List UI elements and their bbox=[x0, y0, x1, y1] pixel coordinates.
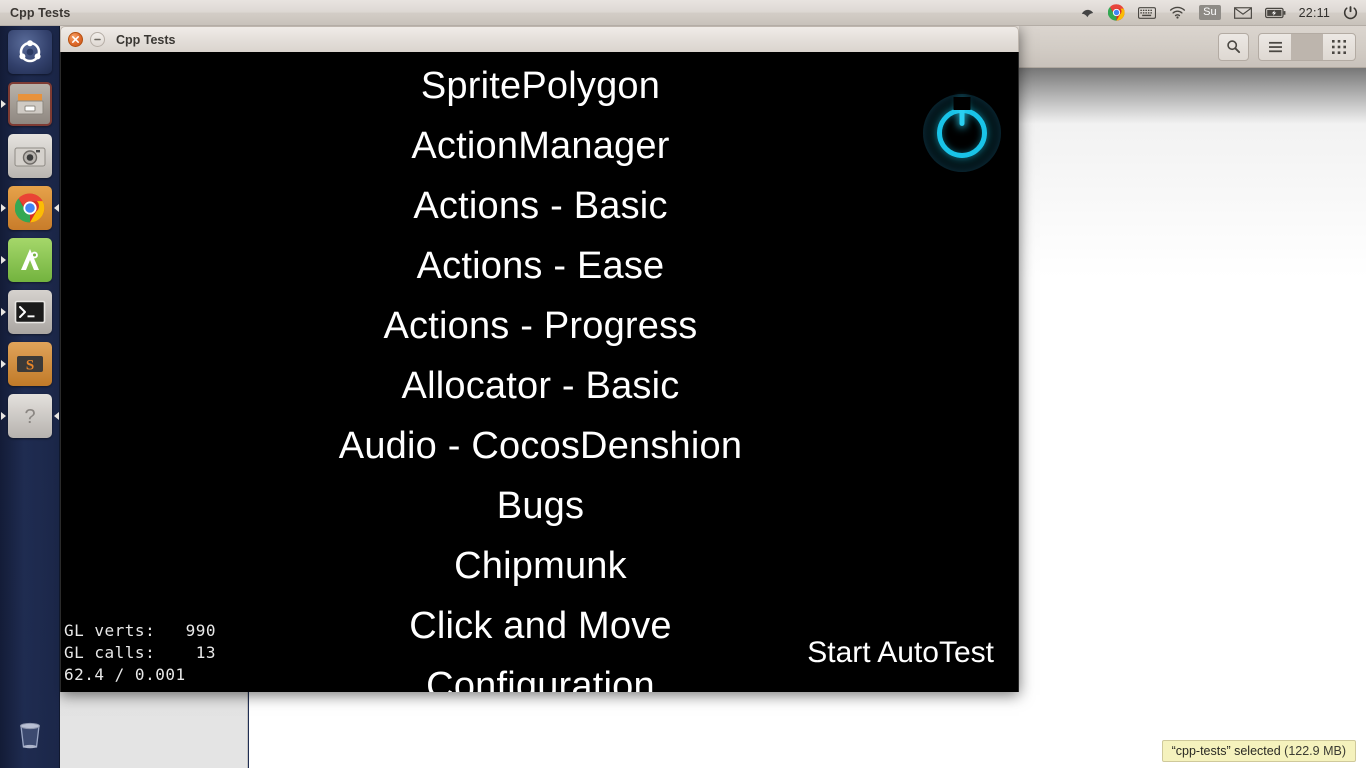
running-indicator-left-icon bbox=[1, 256, 6, 264]
launcher-item-terminal[interactable] bbox=[0, 286, 60, 338]
launcher-item-google-chrome[interactable] bbox=[0, 182, 60, 234]
launcher-item-trash[interactable] bbox=[0, 708, 60, 760]
system-tray[interactable]: Su 22:11 bbox=[1080, 3, 1366, 23]
input-method-label: Su bbox=[1199, 5, 1221, 20]
menu-item[interactable]: Allocator - Basic bbox=[402, 356, 680, 416]
launcher-item-android-studio[interactable] bbox=[0, 234, 60, 286]
battery-icon[interactable] bbox=[1264, 3, 1286, 23]
window-title: Cpp Tests bbox=[116, 32, 176, 47]
svg-text:S: S bbox=[26, 358, 34, 374]
files-nautilus-icon bbox=[8, 82, 52, 126]
view-mode-group[interactable] bbox=[1258, 32, 1356, 61]
fps-line: 62.4 / 0.001 bbox=[64, 665, 186, 684]
android-studio-icon bbox=[8, 238, 52, 282]
menu-item[interactable]: Click and Move bbox=[409, 596, 672, 656]
trash-icon bbox=[8, 712, 52, 756]
running-indicator-left-icon bbox=[1, 204, 6, 212]
search-button[interactable] bbox=[1218, 32, 1249, 61]
unity-top-panel[interactable]: Cpp Tests Su 22:11 bbox=[0, 0, 1366, 26]
running-indicator-right-icon bbox=[54, 204, 59, 212]
power-icon[interactable] bbox=[923, 94, 1001, 172]
gl-verts-line: GL verts: 990 bbox=[64, 620, 216, 642]
svg-text:?: ? bbox=[24, 406, 35, 428]
wifi-icon[interactable] bbox=[1169, 3, 1186, 23]
power-menu-icon[interactable] bbox=[1343, 3, 1358, 23]
menu-item[interactable]: Actions - Progress bbox=[383, 296, 697, 356]
chrome-icon[interactable] bbox=[1108, 3, 1125, 23]
close-icon bbox=[72, 36, 79, 43]
keyboard-indicator-icon[interactable] bbox=[1138, 3, 1157, 23]
power-ring-glyph bbox=[937, 108, 987, 158]
gl-calls-label: GL calls: bbox=[64, 643, 156, 662]
menu-item[interactable]: Audio - CocosDenshion bbox=[339, 416, 742, 476]
status-selection-text: “cpp-tests” selected bbox=[1171, 744, 1281, 758]
cpp-tests-window[interactable]: Cpp Tests SpritePolygon ActionManager Acti… bbox=[60, 26, 1019, 692]
running-indicator-left-icon bbox=[1, 412, 6, 420]
sublime-text-icon: S bbox=[8, 342, 52, 386]
mail-icon[interactable] bbox=[1233, 3, 1252, 23]
menu-item[interactable]: SpritePolygon bbox=[421, 56, 660, 116]
google-chrome-icon bbox=[8, 186, 52, 230]
running-indicator-left-icon bbox=[1, 100, 6, 108]
panel-app-title: Cpp Tests bbox=[10, 5, 71, 20]
status-size-text: (122.9 MB) bbox=[1284, 744, 1346, 758]
list-icon bbox=[1268, 41, 1282, 52]
toolbar-divider bbox=[1291, 33, 1323, 60]
ubuntu-dash-home-icon bbox=[8, 30, 52, 74]
game-canvas[interactable]: SpritePolygon ActionManager Actions - Basi… bbox=[60, 52, 1019, 692]
menu-item[interactable]: ActionManager bbox=[411, 116, 669, 176]
launcher-item-files-nautilus[interactable] bbox=[0, 78, 60, 130]
menu-item[interactable]: Actions - Ease bbox=[417, 236, 665, 296]
start-autotest-button[interactable]: Start AutoTest bbox=[807, 636, 994, 670]
running-indicator-left-icon bbox=[1, 308, 6, 316]
gl-verts-value: 990 bbox=[185, 621, 217, 640]
grid-icon bbox=[1332, 39, 1346, 54]
launcher-item-sublime-text[interactable]: S bbox=[0, 338, 60, 390]
search-icon bbox=[1227, 40, 1241, 54]
gl-calls-value: 13 bbox=[195, 643, 216, 662]
clock[interactable]: 22:11 bbox=[1299, 6, 1330, 20]
terminal-icon bbox=[8, 290, 52, 334]
gl-verts-label: GL verts: bbox=[64, 621, 156, 640]
help-icon: ? bbox=[8, 394, 52, 438]
input-method-su-icon[interactable]: Su bbox=[1199, 3, 1221, 23]
menu-item[interactable]: Bugs bbox=[497, 476, 584, 536]
running-indicator-left-icon bbox=[1, 360, 6, 368]
menu-item[interactable]: Chipmunk bbox=[454, 536, 627, 596]
gl-calls-line: GL calls: 13 bbox=[64, 642, 216, 664]
menu-item[interactable]: Configuration bbox=[426, 656, 655, 692]
window-titlebar[interactable]: Cpp Tests bbox=[60, 26, 1019, 52]
launcher-item-ubuntu-dash-home[interactable] bbox=[0, 26, 60, 78]
list-view-button[interactable] bbox=[1259, 34, 1291, 60]
launcher-item-shotwell-photos[interactable] bbox=[0, 130, 60, 182]
running-indicator-right-icon bbox=[54, 412, 59, 420]
minimize-button[interactable] bbox=[90, 32, 105, 47]
dropbox-icon[interactable] bbox=[1080, 3, 1095, 23]
gl-stats-overlay: GL verts: 990 GL calls: 13 62.4 / 0.001 bbox=[64, 620, 216, 686]
minimize-icon bbox=[94, 38, 101, 41]
shotwell-photos-icon bbox=[8, 134, 52, 178]
launcher-item-help[interactable]: ? bbox=[0, 390, 60, 442]
close-button[interactable] bbox=[68, 32, 83, 47]
status-badge: “cpp-tests” selected (122.9 MB) bbox=[1161, 740, 1356, 762]
unity-launcher[interactable]: S? bbox=[0, 26, 60, 768]
menu-item[interactable]: Actions - Basic bbox=[413, 176, 667, 236]
test-menu-list[interactable]: SpritePolygon ActionManager Actions - Basi… bbox=[61, 56, 1018, 692]
grid-view-button[interactable] bbox=[1323, 34, 1355, 60]
